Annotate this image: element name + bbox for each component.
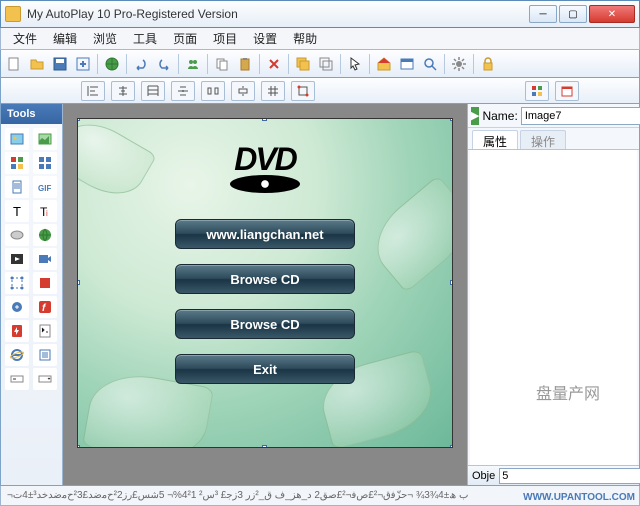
redo-icon[interactable]	[153, 53, 175, 75]
cursor-icon[interactable]	[344, 53, 366, 75]
fill-tool-icon[interactable]	[33, 272, 57, 294]
close-button[interactable]: ✕	[589, 5, 635, 23]
shape-tool-icon[interactable]	[5, 272, 29, 294]
watermark-url: WWW.UPANTOOL.COM	[523, 492, 635, 503]
object-label: Obje	[472, 470, 495, 482]
document-tool-icon[interactable]	[5, 176, 29, 198]
menu-help[interactable]: 帮助	[285, 28, 325, 49]
canvas-button-4[interactable]: Exit	[175, 354, 355, 384]
link-tool-icon[interactable]	[5, 296, 29, 318]
flash-tool-icon[interactable]: f	[33, 296, 57, 318]
distribute-v-icon[interactable]	[231, 81, 255, 101]
button-tool-icon[interactable]	[5, 224, 29, 246]
design-canvas[interactable]: DVD www.liangchan.net Browse CD Browse C…	[77, 118, 453, 448]
menu-page[interactable]: 页面	[165, 28, 205, 49]
canvas-button-1[interactable]: www.liangchan.net	[175, 219, 355, 249]
paste-icon[interactable]	[234, 53, 256, 75]
align-center-icon[interactable]	[111, 81, 135, 101]
menu-file[interactable]: 文件	[5, 28, 45, 49]
menubar: 文件 编辑 浏览 工具 页面 项目 设置 帮助	[0, 28, 640, 50]
status-text: ب ھ±4¾3¾ ¬حزّﻓق¬²£صﻓ¬²£صق2 د_ھز_ف ق_²زر …	[7, 490, 468, 501]
layers-icon[interactable]	[315, 53, 337, 75]
window-icon[interactable]	[396, 53, 418, 75]
svg-text:GIF: GIF	[38, 184, 51, 193]
app-icon	[5, 6, 21, 22]
video-tool-icon[interactable]	[33, 248, 57, 270]
image-tool-icon[interactable]	[5, 128, 29, 150]
color-tool-icon[interactable]	[5, 152, 29, 174]
canvas-area[interactable]: DVD www.liangchan.net Browse CD Browse C…	[63, 104, 467, 485]
window-title: My AutoPlay 10 Pro-Registered Version	[27, 7, 529, 21]
tools-header: Tools	[1, 104, 62, 124]
gif-tool-icon[interactable]: GIF	[33, 176, 57, 198]
properties-panel: ▶ Name: OK 属性 操作 Obje	[467, 104, 639, 485]
tab-properties[interactable]: 属性	[472, 130, 518, 149]
home-icon[interactable]	[373, 53, 395, 75]
dvd-logo[interactable]: DVD	[234, 141, 296, 178]
titlebar: My AutoPlay 10 Pro-Registered Version ─ …	[0, 0, 640, 28]
canvas-button-2[interactable]: Browse CD	[175, 264, 355, 294]
align-top-icon[interactable]	[171, 81, 195, 101]
menu-project[interactable]: 项目	[205, 28, 245, 49]
list-tool-icon[interactable]	[33, 344, 57, 366]
svg-text:i: i	[46, 209, 48, 218]
main-toolbar	[0, 50, 640, 78]
distribute-h-icon[interactable]	[201, 81, 225, 101]
pdf-tool-icon[interactable]	[5, 320, 29, 342]
object-select[interactable]	[499, 468, 640, 484]
tab-actions[interactable]: 操作	[520, 130, 566, 149]
save-icon[interactable]	[49, 53, 71, 75]
saveall-icon[interactable]	[72, 53, 94, 75]
gear-icon[interactable]	[448, 53, 470, 75]
ie-tool-icon[interactable]	[5, 344, 29, 366]
menu-tools[interactable]: 工具	[125, 28, 165, 49]
globe-icon[interactable]	[101, 53, 123, 75]
statusbar: ب ھ±4¾3¾ ¬حزّﻓق¬²£صﻓ¬²£صق2 د_ھز_ف ق_²زر …	[0, 486, 640, 506]
script-tool-icon[interactable]	[33, 320, 57, 342]
copy-icon[interactable]	[211, 53, 233, 75]
align-toolbar	[0, 78, 640, 104]
text-tool-icon[interactable]: T	[5, 200, 29, 222]
menu-edit[interactable]: 编辑	[45, 28, 85, 49]
grid-icon[interactable]	[261, 81, 285, 101]
snap-icon[interactable]	[291, 81, 315, 101]
picture-tool-icon[interactable]	[33, 128, 57, 150]
lock-icon[interactable]	[477, 53, 499, 75]
search-icon[interactable]	[419, 53, 441, 75]
grid-view-icon[interactable]	[525, 81, 549, 101]
maximize-button[interactable]: ▢	[559, 5, 587, 23]
combo-tool-icon[interactable]	[33, 368, 57, 390]
canvas-button-3[interactable]: Browse CD	[175, 309, 355, 339]
properties-area	[470, 150, 637, 465]
users-icon[interactable]	[182, 53, 204, 75]
menu-browse[interactable]: 浏览	[85, 28, 125, 49]
svg-text:T: T	[13, 204, 21, 219]
web-tool-icon[interactable]	[33, 224, 57, 246]
name-label: Name:	[482, 109, 517, 123]
align-right-icon[interactable]	[141, 81, 165, 101]
undo-icon[interactable]	[130, 53, 152, 75]
media-tool-icon[interactable]	[5, 248, 29, 270]
menu-settings[interactable]: 设置	[245, 28, 285, 49]
dvd-disc-icon	[230, 175, 300, 193]
go-button[interactable]: ▶	[471, 107, 479, 125]
name-input[interactable]	[521, 107, 640, 125]
richtext-tool-icon[interactable]: Ti	[33, 200, 57, 222]
calendar-icon[interactable]	[555, 81, 579, 101]
textbox-tool-icon[interactable]	[5, 368, 29, 390]
stack-icon[interactable]	[292, 53, 314, 75]
delete-icon[interactable]	[263, 53, 285, 75]
tools-panel: Tools GIF T Ti f	[1, 104, 63, 485]
windows-tool-icon[interactable]	[33, 152, 57, 174]
open-icon[interactable]	[26, 53, 48, 75]
minimize-button[interactable]: ─	[529, 5, 557, 23]
new-icon[interactable]	[3, 53, 25, 75]
align-left-icon[interactable]	[81, 81, 105, 101]
